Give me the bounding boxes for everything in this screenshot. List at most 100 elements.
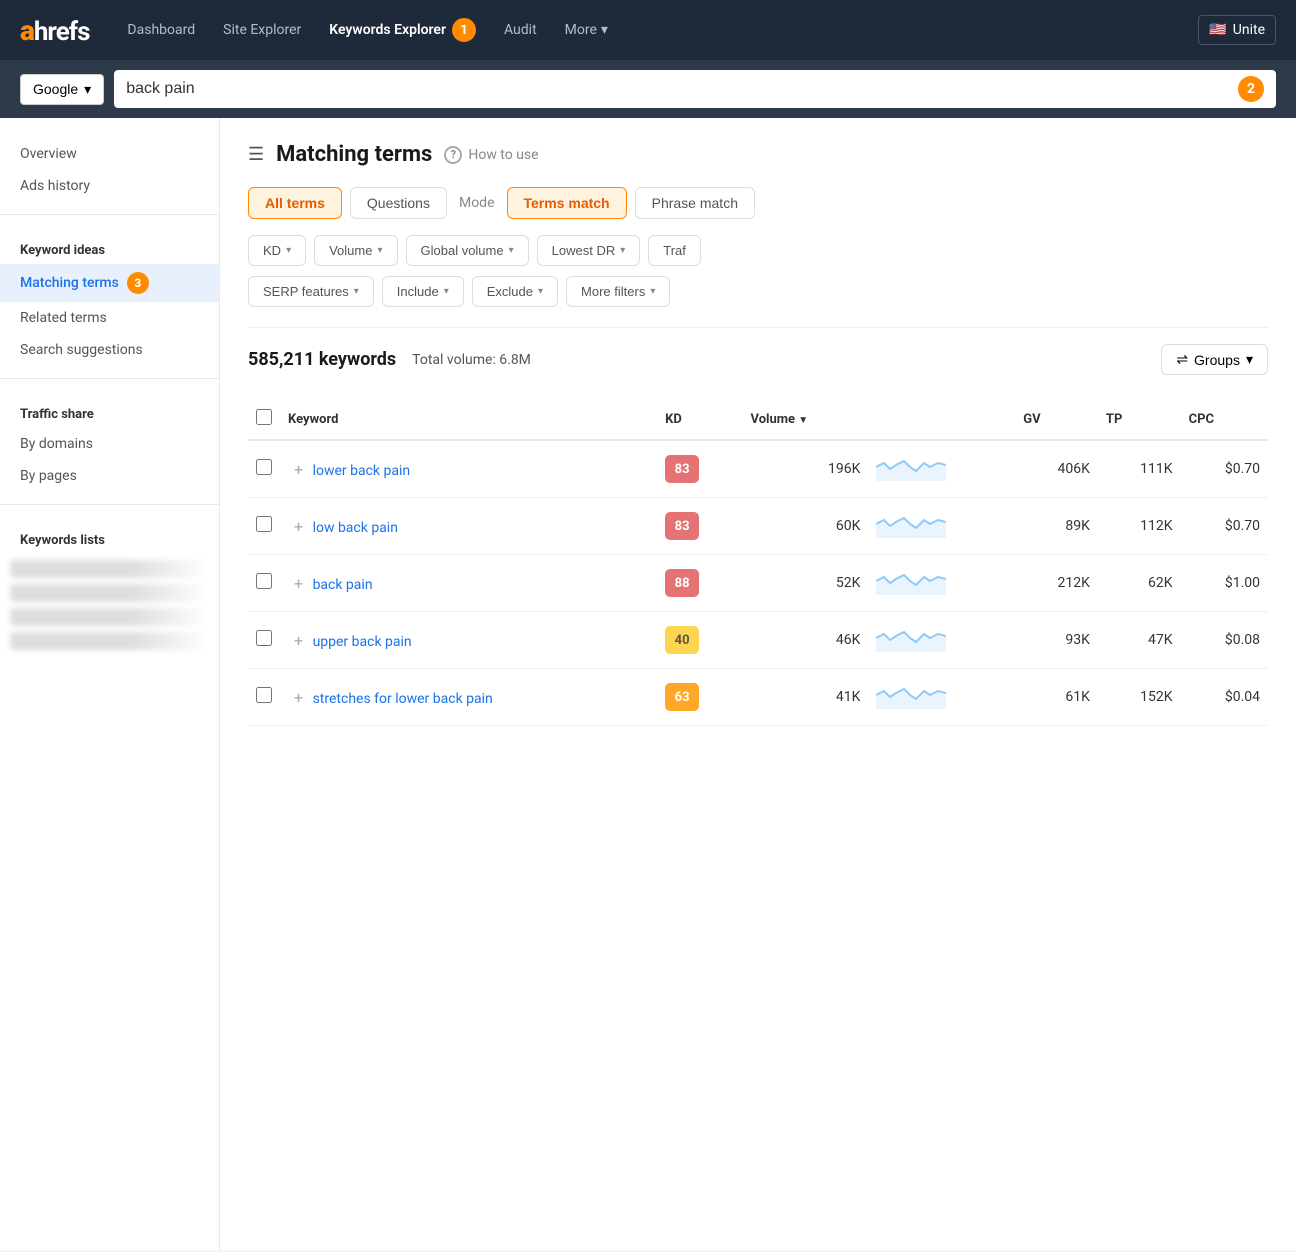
sidebar-blurred-1 <box>10 560 209 578</box>
filter-more-filters[interactable]: More filters ▾ <box>566 276 670 307</box>
filter-volume[interactable]: Volume ▾ <box>314 235 397 266</box>
filter-row-1: KD ▾ Volume ▾ Global volume ▾ Lowest DR … <box>248 235 1268 266</box>
nav-badge-1: 1 <box>452 18 476 42</box>
table-cell-sparkline <box>868 555 1015 612</box>
table-cell-keyword: + low back pain <box>280 498 657 555</box>
chevron-down-icon: ▾ <box>84 81 91 98</box>
keyword-link[interactable]: upper back pain <box>313 634 412 650</box>
table-body: + lower back pain83196K406K111K$0.70+ lo… <box>248 440 1268 726</box>
sidebar-item-ads-history[interactable]: Ads history <box>0 170 219 202</box>
table-cell-tp: 62K <box>1098 555 1181 612</box>
sidebar-item-by-pages[interactable]: By pages <box>0 460 219 492</box>
flag-icon: 🇺🇸 <box>1209 22 1226 38</box>
filter-serp-features[interactable]: SERP features ▾ <box>248 276 374 307</box>
chevron-down-icon: ▾ <box>509 245 514 256</box>
keyword-link[interactable]: stretches for lower back pain <box>313 691 493 707</box>
table-cell-volume: 52K <box>743 555 869 612</box>
tab-terms-match[interactable]: Terms match <box>507 187 627 219</box>
row-checkbox[interactable] <box>256 573 272 589</box>
add-keyword-button[interactable]: + <box>288 572 309 595</box>
table-row: + lower back pain83196K406K111K$0.70 <box>248 440 1268 498</box>
chevron-down-icon: ▾ <box>444 286 449 297</box>
table-cell-cpc: $0.70 <box>1181 440 1268 498</box>
table-cell-gv: 61K <box>1015 669 1098 726</box>
sidebar-divider-2 <box>0 378 219 379</box>
add-keyword-button[interactable]: + <box>288 458 309 481</box>
select-all-checkbox[interactable] <box>256 409 272 425</box>
nav-dashboard[interactable]: Dashboard <box>113 0 209 60</box>
table-cell-cpc: $0.08 <box>1181 612 1268 669</box>
country-selector[interactable]: 🇺🇸 Unite <box>1198 15 1276 45</box>
col-header-sparkline <box>868 399 1015 440</box>
table-row: + back pain8852K212K62K$1.00 <box>248 555 1268 612</box>
search-badge-2: 2 <box>1238 76 1264 102</box>
col-header-gv: GV <box>1015 399 1098 440</box>
hamburger-icon[interactable]: ☰ <box>248 144 264 165</box>
row-checkbox[interactable] <box>256 630 272 646</box>
row-checkbox[interactable] <box>256 516 272 532</box>
sidebar-section-keywords-lists: Keywords lists <box>0 517 219 554</box>
sidebar-blurred-4 <box>10 632 209 650</box>
sidebar-item-related-terms[interactable]: Related terms <box>0 302 219 334</box>
add-keyword-button[interactable]: + <box>288 515 309 538</box>
col-header-cpc: CPC <box>1181 399 1268 440</box>
filter-exclude[interactable]: Exclude ▾ <box>472 276 558 307</box>
chevron-down-icon: ▾ <box>620 245 625 256</box>
chevron-down-icon: ▾ <box>286 245 291 256</box>
chevron-down-icon: ▾ <box>538 286 543 297</box>
tab-all-terms[interactable]: All terms <box>248 187 342 219</box>
engine-selector[interactable]: Google ▾ <box>20 74 104 105</box>
sidebar-divider <box>0 214 219 215</box>
table-cell-sparkline <box>868 612 1015 669</box>
sidebar-item-search-suggestions[interactable]: Search suggestions <box>0 334 219 366</box>
add-keyword-button[interactable]: + <box>288 686 309 709</box>
search-bar: Google ▾ 2 <box>0 60 1296 118</box>
row-checkbox[interactable] <box>256 687 272 703</box>
filter-lowest-dr[interactable]: Lowest DR ▾ <box>537 235 641 266</box>
top-nav: ahrefs Dashboard Site Explorer Keywords … <box>0 0 1296 60</box>
table-row: + upper back pain4046K93K47K$0.08 <box>248 612 1268 669</box>
filter-traffic[interactable]: Traf <box>648 235 701 266</box>
chevron-down-icon: ▾ <box>650 286 655 297</box>
logo[interactable]: ahrefs <box>20 14 89 47</box>
tab-questions[interactable]: Questions <box>350 187 447 219</box>
nav-audit[interactable]: Audit <box>490 0 551 60</box>
keyword-link[interactable]: back pain <box>313 577 373 593</box>
col-header-volume[interactable]: Volume ▼ <box>743 399 869 440</box>
table-cell-kd: 88 <box>657 555 742 612</box>
sidebar-divider-3 <box>0 504 219 505</box>
table-row: + low back pain8360K89K112K$0.70 <box>248 498 1268 555</box>
sidebar-item-matching-terms[interactable]: Matching terms 3 <box>0 264 219 302</box>
table-row: + stretches for lower back pain6341K61K1… <box>248 669 1268 726</box>
total-volume: Total volume: 6.8M <box>412 352 531 368</box>
filter-include[interactable]: Include ▾ <box>382 276 464 307</box>
table-cell-cpc: $0.70 <box>1181 498 1268 555</box>
sort-arrow-icon: ▼ <box>798 415 808 426</box>
filter-kd[interactable]: KD ▾ <box>248 235 306 266</box>
keyword-link[interactable]: low back pain <box>313 520 398 536</box>
sidebar-section-keyword-ideas: Keyword ideas <box>0 227 219 264</box>
table-cell-keyword: + lower back pain <box>280 440 657 498</box>
nav-more[interactable]: More ▾ <box>551 0 622 60</box>
tab-phrase-match[interactable]: Phrase match <box>635 187 755 219</box>
table-cell-keyword: + stretches for lower back pain <box>280 669 657 726</box>
sidebar-blurred-2 <box>10 584 209 602</box>
sidebar-item-by-domains[interactable]: By domains <box>0 428 219 460</box>
nav-keywords-explorer[interactable]: Keywords Explorer 1 <box>315 0 490 60</box>
keyword-link[interactable]: lower back pain <box>313 463 411 479</box>
filter-global-volume[interactable]: Global volume ▾ <box>406 235 529 266</box>
add-keyword-button[interactable]: + <box>288 629 309 652</box>
how-to-use-button[interactable]: ? How to use <box>444 146 538 164</box>
nav-site-explorer[interactable]: Site Explorer <box>209 0 315 60</box>
sidebar-item-overview[interactable]: Overview <box>0 138 219 170</box>
groups-button[interactable]: ⇌ Groups ▾ <box>1161 344 1268 375</box>
row-checkbox[interactable] <box>256 459 272 475</box>
search-input[interactable] <box>126 80 1230 98</box>
main-layout: Overview Ads history Keyword ideas Match… <box>0 118 1296 1250</box>
table-cell-kd: 83 <box>657 440 742 498</box>
table-cell-keyword: + back pain <box>280 555 657 612</box>
content-header: ☰ Matching terms ? How to use <box>248 142 1268 167</box>
sidebar-badge-3: 3 <box>127 272 149 294</box>
main-content: ☰ Matching terms ? How to use All terms … <box>220 118 1296 1250</box>
help-icon: ? <box>444 146 462 164</box>
